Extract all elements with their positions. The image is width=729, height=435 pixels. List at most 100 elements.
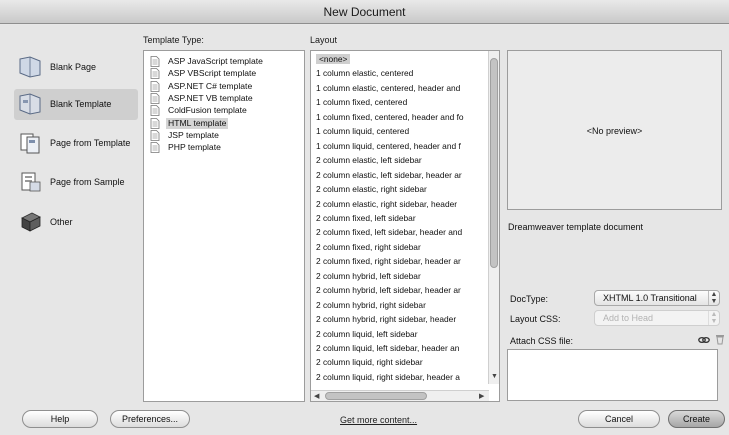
select-arrows-icon: ▲ ▼: [708, 291, 719, 305]
category-label: Other: [50, 217, 73, 227]
doctype-select[interactable]: XHTML 1.0 Transitional ▲ ▼: [594, 290, 720, 306]
preview-area: <No preview>: [507, 50, 722, 210]
layout-item-label: 1 column liquid, centered: [316, 126, 410, 137]
template-document-icon: [150, 92, 160, 104]
layout-item[interactable]: 1 column liquid, centered: [316, 126, 484, 138]
template-type-item[interactable]: ASP JavaScript template: [150, 56, 288, 68]
category-page-from-sample[interactable]: Page from Sample: [14, 167, 138, 198]
layout-item-label: 2 column liquid, left sidebar, header an: [316, 343, 460, 353]
layout-list: <none> 1 column elastic, centered 1 column…: [310, 50, 500, 402]
title-bar: New Document: [0, 0, 729, 24]
layout-item-label: 2 column elastic, left sidebar, header a…: [316, 169, 462, 180]
layout-item-label: 1 column elastic, centered: [316, 68, 414, 79]
layout-item[interactable]: 1 column elastic, centered, header and: [316, 83, 484, 95]
layout-item[interactable]: 1 column fixed, centered: [316, 97, 484, 109]
layout-item[interactable]: 1 column elastic, centered: [316, 68, 484, 80]
layout-item-label: 2 column hybrid, left sidebar, header ar: [316, 285, 461, 296]
get-more-content-link[interactable]: Get more content...: [340, 415, 417, 425]
layout-vertical-scroll-thumb[interactable]: [490, 58, 498, 268]
trash-icon[interactable]: [715, 334, 725, 345]
category-list: Blank Page Blank Template Page from Temp…: [14, 52, 138, 232]
template-document-icon: [150, 129, 160, 141]
help-button[interactable]: Help: [22, 410, 98, 428]
layout-item[interactable]: 2 column liquid, left sidebar, header an: [316, 343, 484, 355]
layout-item[interactable]: 2 column fixed, right sidebar: [316, 242, 484, 254]
template-type-item[interactable]: ASP.NET C# template: [150, 81, 288, 93]
layout-item[interactable]: 2 column hybrid, right sidebar, header: [316, 314, 484, 326]
layout-item[interactable]: 1 column fixed, centered, header and fo: [316, 112, 484, 124]
template-type-item[interactable]: ASP.NET VB template: [150, 93, 288, 105]
layout-item[interactable]: 1 column liquid, centered, header and f: [316, 141, 484, 153]
layout-item-label: 2 column fixed, left sidebar, header and: [316, 227, 463, 238]
layout-item-label: 2 column fixed, right sidebar, header ar: [316, 256, 461, 267]
template-type-list: ASP JavaScript template ASP VBScript temp…: [143, 50, 305, 402]
template-document-icon: [150, 80, 160, 92]
template-type-label: JSP template: [168, 129, 219, 140]
layout-item-label: 1 column fixed, centered, header and fo: [316, 111, 464, 122]
scroll-left-icon[interactable]: ◀: [314, 392, 319, 400]
layout-item[interactable]: 2 column liquid, right sidebar, header a: [316, 372, 484, 384]
doctype-label: DocType:: [510, 294, 549, 304]
category-other[interactable]: Other: [14, 207, 138, 238]
layout-item-label: 2 column elastic, right sidebar: [316, 184, 427, 195]
layout-header: Layout: [310, 35, 338, 45]
attach-css-label: Attach CSS file:: [510, 336, 574, 346]
template-type-label: ASP.NET C# template: [168, 80, 253, 91]
template-document-icon: [150, 56, 160, 67]
link-css-icon[interactable]: [698, 335, 710, 345]
layout-item[interactable]: 2 column fixed, left sidebar, header and: [316, 227, 484, 239]
layout-item[interactable]: 2 column fixed, left sidebar: [316, 213, 484, 225]
attached-css-list[interactable]: [507, 349, 718, 401]
template-type-item[interactable]: PHP template: [150, 142, 288, 154]
create-button[interactable]: Create: [668, 410, 725, 428]
layout-css-select[interactable]: Add to Head ▲ ▼: [594, 310, 720, 326]
layout-item-label: 2 column liquid, left sidebar: [316, 328, 418, 339]
layout-item[interactable]: 2 column hybrid, right sidebar: [316, 300, 484, 312]
preferences-button[interactable]: Preferences...: [110, 410, 190, 428]
layout-item[interactable]: <none>: [316, 54, 484, 66]
layout-item[interactable]: 2 column elastic, right sidebar, header: [316, 199, 484, 211]
page-from-template-icon: [20, 133, 40, 154]
template-document-icon: [150, 117, 160, 129]
template-type-label: ASP JavaScript template: [168, 56, 263, 66]
no-preview-text: <No preview>: [586, 126, 643, 136]
layout-item-label: 1 column fixed, centered: [316, 97, 408, 108]
layout-item[interactable]: 2 column hybrid, left sidebar: [316, 271, 484, 283]
template-document-icon: [150, 105, 160, 117]
layout-item[interactable]: 2 column liquid, left sidebar: [316, 329, 484, 341]
layout-item[interactable]: 2 column fixed, right sidebar, header ar: [316, 256, 484, 268]
layout-horizontal-scroll-thumb[interactable]: [325, 392, 427, 400]
category-blank-page[interactable]: Blank Page: [14, 52, 138, 83]
template-type-item[interactable]: ColdFusion template: [150, 105, 288, 117]
layout-item[interactable]: 2 column elastic, left sidebar, header a…: [316, 170, 484, 182]
select-arrows-icon: ▲ ▼: [708, 311, 719, 325]
layout-item[interactable]: 2 column elastic, left sidebar: [316, 155, 484, 167]
cancel-button[interactable]: Cancel: [578, 410, 660, 428]
preview-description: Dreamweaver template document: [508, 222, 644, 232]
template-type-item[interactable]: JSP template: [150, 130, 288, 142]
layout-horizontal-scrollbar[interactable]: ◀ ▶: [311, 390, 489, 401]
blank-page-icon: [19, 56, 41, 78]
layout-item-label: 2 column elastic, right sidebar, header: [316, 198, 458, 209]
template-type-label: ASP.NET VB template: [168, 92, 253, 103]
template-type-label: HTML template: [166, 117, 229, 129]
scroll-down-icon[interactable]: ▼: [491, 373, 498, 380]
scroll-right-icon[interactable]: ▶: [479, 392, 484, 400]
layout-css-value: Add to Head: [603, 313, 654, 323]
blank-template-icon: [19, 93, 41, 115]
category-label: Page from Template: [50, 138, 131, 148]
layout-item[interactable]: 2 column liquid, right sidebar: [316, 357, 484, 369]
layout-item[interactable]: 2 column hybrid, left sidebar, header ar: [316, 285, 484, 297]
template-type-item[interactable]: HTML template: [150, 117, 288, 130]
layout-vertical-scrollbar[interactable]: ▼: [488, 51, 499, 384]
layout-css-label: Layout CSS:: [510, 314, 561, 324]
page-from-sample-icon: [21, 172, 41, 192]
layout-item-label: 2 column hybrid, left sidebar: [316, 270, 421, 281]
layout-item-label: 1 column elastic, centered, header and: [316, 82, 461, 93]
category-page-from-template[interactable]: Page from Template: [14, 128, 138, 159]
layout-item[interactable]: 2 column elastic, right sidebar: [316, 184, 484, 196]
category-blank-template[interactable]: Blank Template: [14, 89, 138, 120]
category-label: Page from Sample: [50, 177, 125, 187]
template-type-item[interactable]: ASP VBScript template: [150, 68, 288, 80]
layout-item-label: 2 column hybrid, right sidebar: [316, 299, 426, 310]
